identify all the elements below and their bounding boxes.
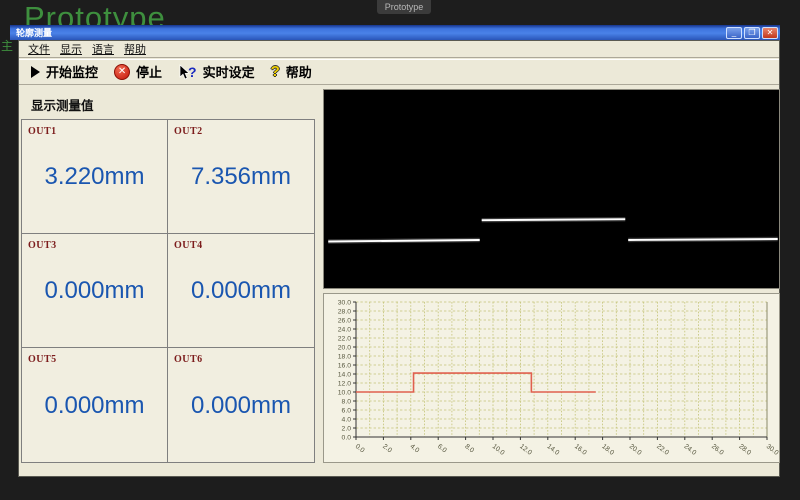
out-label: OUT3 bbox=[28, 240, 161, 251]
laser-profile-svg bbox=[324, 90, 779, 288]
svg-text:16.0: 16.0 bbox=[338, 362, 351, 369]
camera-view-panel bbox=[323, 89, 780, 289]
toolbar: 开始监控 ✕ 停止? 实时设定? 帮助 bbox=[19, 59, 779, 85]
out-value: 3.220mm bbox=[28, 137, 161, 227]
svg-text:30.0: 30.0 bbox=[338, 299, 351, 306]
svg-text:2.0: 2.0 bbox=[342, 425, 352, 432]
out-cell-out1: OUT13.220mm bbox=[22, 120, 168, 234]
out-label: OUT1 bbox=[28, 126, 161, 137]
out-cell-out5: OUT50.000mm bbox=[22, 348, 168, 462]
out-value: 0.000mm bbox=[174, 251, 308, 341]
measurement-grid: OUT13.220mmOUT27.356mmOUT30.000mmOUT40.0… bbox=[21, 119, 315, 463]
out-label: OUT4 bbox=[174, 240, 308, 251]
minimize-button[interactable]: _ bbox=[726, 27, 742, 39]
title-bar[interactable]: 轮廓测量 _ ❐ ✕ bbox=[10, 25, 780, 40]
svg-text:24.0: 24.0 bbox=[338, 326, 351, 333]
window-body: 文件显示语言帮助 开始监控✕停止?实时设定?帮助 显示测量值 OUT13.220… bbox=[18, 40, 780, 477]
menu-item-1[interactable]: 文件 bbox=[28, 41, 50, 57]
out-value: 0.000mm bbox=[174, 365, 308, 456]
svg-text:26.0: 26.0 bbox=[338, 317, 351, 324]
window-controls: _ ❐ ✕ bbox=[726, 27, 780, 39]
restore-button[interactable]: ❐ bbox=[744, 27, 760, 39]
toolbar-button-label: 停止 bbox=[136, 62, 162, 81]
svg-text:24.0: 24.0 bbox=[683, 443, 698, 457]
toolbar-button-4[interactable]: ? 帮助 bbox=[271, 62, 322, 81]
svg-text:8.0: 8.0 bbox=[342, 398, 352, 405]
trend-chart-panel: 0.0 2.0 4.0 6.0 8.0 10.0 12.0 14.0 16.0 18.0 20.0 2… bbox=[323, 293, 780, 463]
out-label: OUT6 bbox=[174, 354, 308, 365]
play-icon bbox=[31, 66, 40, 78]
out-cell-out4: OUT40.000mm bbox=[168, 234, 314, 348]
stop-icon: ✕ bbox=[114, 64, 130, 80]
toolbar-button-label: 帮助 bbox=[286, 62, 312, 81]
measurement-panel: 显示测量值 OUT13.220mmOUT27.356mmOUT30.000mmO… bbox=[21, 89, 315, 463]
out-value: 0.000mm bbox=[28, 251, 161, 341]
menu-item-4[interactable]: 帮助 bbox=[124, 41, 146, 57]
out-cell-out6: OUT60.000mm bbox=[168, 348, 314, 462]
svg-text:6.0: 6.0 bbox=[342, 407, 352, 414]
svg-text:0.0: 0.0 bbox=[354, 443, 366, 454]
help-icon: ? bbox=[271, 63, 280, 80]
out-value: 0.000mm bbox=[28, 365, 161, 456]
svg-text:16.0: 16.0 bbox=[573, 443, 588, 457]
cursor-help-icon: ? bbox=[178, 64, 197, 80]
desktop: Prototype 主 Prototype 轮廓测量 _ ❐ ✕ 文件显示语言帮… bbox=[0, 0, 800, 500]
svg-text:12.0: 12.0 bbox=[518, 443, 533, 457]
toolbar-button-3[interactable]: ? 实时设定 bbox=[178, 62, 265, 81]
trend-chart-svg: 0.0 2.0 4.0 6.0 8.0 10.0 12.0 14.0 16.0 18.0 20.0 2… bbox=[324, 294, 779, 462]
taskbar-tab[interactable]: Prototype bbox=[377, 0, 431, 14]
menu-item-2[interactable]: 显示 bbox=[60, 41, 82, 57]
app-window: 轮廓测量 _ ❐ ✕ 文件显示语言帮助 开始监控✕停止?实时设定?帮助 显示测量… bbox=[10, 25, 780, 477]
svg-text:18.0: 18.0 bbox=[338, 353, 351, 360]
svg-text:28.0: 28.0 bbox=[737, 443, 752, 457]
svg-text:0.0: 0.0 bbox=[342, 434, 352, 441]
out-cell-out3: OUT30.000mm bbox=[22, 234, 168, 348]
toolbar-button-label: 实时设定 bbox=[203, 62, 255, 81]
svg-text:14.0: 14.0 bbox=[338, 371, 351, 378]
menu-bar: 文件显示语言帮助 bbox=[19, 41, 779, 58]
svg-text:28.0: 28.0 bbox=[338, 308, 351, 315]
svg-text:20.0: 20.0 bbox=[628, 443, 643, 457]
measurement-panel-title: 显示测量值 bbox=[21, 89, 315, 119]
svg-text:26.0: 26.0 bbox=[710, 443, 725, 457]
toolbar-button-2[interactable]: ✕ 停止 bbox=[114, 62, 172, 81]
svg-text:30.0: 30.0 bbox=[765, 443, 779, 457]
out-value: 7.356mm bbox=[174, 137, 308, 227]
window-title: 轮廓测量 bbox=[10, 26, 726, 39]
svg-text:12.0: 12.0 bbox=[338, 380, 351, 387]
close-button[interactable]: ✕ bbox=[762, 27, 778, 39]
toolbar-button-label: 开始监控 bbox=[46, 62, 98, 81]
svg-text:14.0: 14.0 bbox=[546, 443, 561, 457]
out-cell-out2: OUT27.356mm bbox=[168, 120, 314, 234]
svg-text:8.0: 8.0 bbox=[463, 443, 475, 454]
svg-text:22.0: 22.0 bbox=[338, 335, 351, 342]
svg-text:10.0: 10.0 bbox=[338, 389, 351, 396]
out-label: OUT5 bbox=[28, 354, 161, 365]
svg-text:4.0: 4.0 bbox=[342, 416, 352, 423]
svg-text:6.0: 6.0 bbox=[436, 443, 448, 454]
svg-text:18.0: 18.0 bbox=[600, 443, 615, 457]
svg-text:2.0: 2.0 bbox=[381, 443, 393, 454]
svg-text:20.0: 20.0 bbox=[338, 344, 351, 351]
out-label: OUT2 bbox=[174, 126, 308, 137]
menu-item-3[interactable]: 语言 bbox=[92, 41, 114, 57]
svg-text:10.0: 10.0 bbox=[491, 443, 506, 457]
svg-text:22.0: 22.0 bbox=[655, 443, 670, 457]
svg-text:4.0: 4.0 bbox=[409, 443, 421, 454]
toolbar-button-1[interactable]: 开始监控 bbox=[31, 62, 108, 81]
